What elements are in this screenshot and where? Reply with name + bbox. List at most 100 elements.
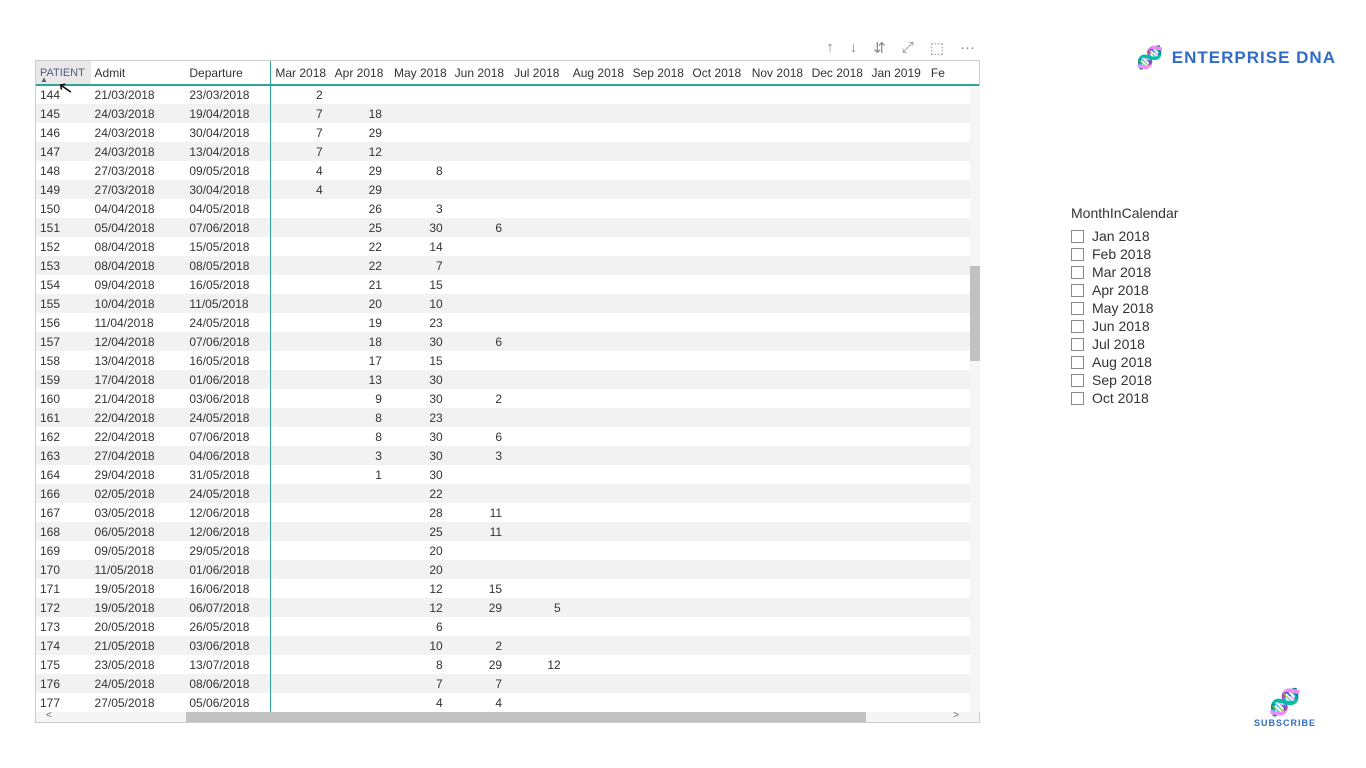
slicer-option[interactable]: Apr 2018	[1071, 281, 1271, 299]
cell	[867, 408, 926, 427]
col-header-month[interactable]: Mar 2018	[271, 61, 331, 85]
expand-icon[interactable]: ⤢	[902, 39, 914, 56]
slicer-visual[interactable]: MonthInCalendar Jan 2018Feb 2018Mar 2018…	[1071, 205, 1271, 407]
slicer-option[interactable]: Oct 2018	[1071, 389, 1271, 407]
cell: 11/05/2018	[185, 294, 270, 313]
table-row[interactable]: 15004/04/201804/05/2018263	[36, 199, 979, 218]
table-row[interactable]: 17119/05/201816/06/20181215	[36, 579, 979, 598]
checkbox-icon[interactable]	[1071, 248, 1084, 261]
cell	[748, 541, 808, 560]
cell	[569, 313, 629, 332]
table-row[interactable]: 15208/04/201815/05/20182214	[36, 237, 979, 256]
table-row[interactable]: 17320/05/201826/05/20186	[36, 617, 979, 636]
cell: 09/04/2018	[91, 275, 186, 294]
table-row[interactable]: 16021/04/201803/06/20189302	[36, 389, 979, 408]
checkbox-icon[interactable]	[1071, 338, 1084, 351]
checkbox-icon[interactable]	[1071, 374, 1084, 387]
col-header-month[interactable]: Aug 2018	[569, 61, 629, 85]
col-header-month[interactable]: Sep 2018	[629, 61, 689, 85]
slicer-option[interactable]: Aug 2018	[1071, 353, 1271, 371]
scroll-thumb[interactable]	[970, 266, 980, 361]
table-row[interactable]: 16327/04/201804/06/20183303	[36, 446, 979, 465]
table-row[interactable]: 15409/04/201816/05/20182115	[36, 275, 979, 294]
table-row[interactable]: 17727/05/201805/06/201844	[36, 693, 979, 712]
scroll-thumb[interactable]	[186, 712, 866, 722]
vertical-scrollbar[interactable]	[970, 86, 980, 712]
table-row[interactable]: 14927/03/201830/04/2018429	[36, 180, 979, 199]
table-row[interactable]: 16429/04/201831/05/2018130	[36, 465, 979, 484]
table-row[interactable]: 14421/03/201823/03/20182	[36, 85, 979, 104]
col-header-month[interactable]: Oct 2018	[688, 61, 747, 85]
table-row[interactable]: 15712/04/201807/06/201818306	[36, 332, 979, 351]
cell: 29	[451, 655, 510, 674]
col-header-departure[interactable]: Departure	[185, 61, 270, 85]
col-header-month[interactable]: Dec 2018	[808, 61, 868, 85]
table-row[interactable]: 15611/04/201824/05/20181923	[36, 313, 979, 332]
table-row[interactable]: 14524/03/201819/04/2018718	[36, 104, 979, 123]
cell	[748, 465, 808, 484]
table-row[interactable]: 14827/03/201809/05/20184298	[36, 161, 979, 180]
table-row[interactable]: 17011/05/201801/06/201820	[36, 560, 979, 579]
slicer-option[interactable]: Sep 2018	[1071, 371, 1271, 389]
table-row[interactable]: 17219/05/201806/07/201812295	[36, 598, 979, 617]
checkbox-icon[interactable]	[1071, 392, 1084, 405]
slicer-title: MonthInCalendar	[1071, 205, 1271, 221]
scroll-right-icon[interactable]: >	[953, 710, 959, 721]
table-row[interactable]: 14724/03/201813/04/2018712	[36, 142, 979, 161]
col-header-month[interactable]: Jun 2018	[451, 61, 510, 85]
table-row[interactable]: 15308/04/201808/05/2018227	[36, 256, 979, 275]
drill-hierarchy-icon[interactable]: ⇵	[873, 39, 886, 57]
col-header-month[interactable]: May 2018	[390, 61, 451, 85]
focus-mode-icon[interactable]: ⬚	[930, 39, 944, 57]
drill-up-icon[interactable]: ↑	[826, 39, 834, 56]
cell	[808, 465, 868, 484]
col-header-month[interactable]: Fe	[927, 61, 979, 85]
table-row[interactable]: 16806/05/201812/06/20182511	[36, 522, 979, 541]
table-row[interactable]: 17421/05/201803/06/2018102	[36, 636, 979, 655]
slicer-option[interactable]: Jan 2018	[1071, 227, 1271, 245]
col-header-month[interactable]: Nov 2018	[748, 61, 808, 85]
subscribe-badge[interactable]: 🧬 SUBSCRIBE	[1254, 687, 1316, 728]
table-row[interactable]: 15917/04/201801/06/20181330	[36, 370, 979, 389]
col-header-patient[interactable]: PATIENT▲	[36, 61, 91, 85]
cell	[629, 370, 689, 389]
table-row[interactable]: 15813/04/201816/05/20181715	[36, 351, 979, 370]
cell	[569, 256, 629, 275]
slicer-option[interactable]: May 2018	[1071, 299, 1271, 317]
checkbox-icon[interactable]	[1071, 284, 1084, 297]
cell: 146	[36, 123, 91, 142]
col-header-month[interactable]: Jan 2019	[867, 61, 926, 85]
matrix-visual[interactable]: PATIENT▲ Admit Departure Mar 2018Apr 201…	[35, 60, 980, 723]
cell	[629, 560, 689, 579]
cell: 24/05/2018	[91, 674, 186, 693]
table-row[interactable]: 16909/05/201829/05/201820	[36, 541, 979, 560]
cell	[569, 465, 629, 484]
checkbox-icon[interactable]	[1071, 266, 1084, 279]
slicer-option[interactable]: Feb 2018	[1071, 245, 1271, 263]
cell	[688, 579, 747, 598]
more-options-icon[interactable]: ···	[960, 39, 975, 56]
slicer-option[interactable]: Jun 2018	[1071, 317, 1271, 335]
horizontal-scrollbar[interactable]: < >	[36, 712, 979, 722]
table-row[interactable]: 17523/05/201813/07/201882912	[36, 655, 979, 674]
col-header-month[interactable]: Jul 2018	[510, 61, 569, 85]
cell	[569, 351, 629, 370]
slicer-option[interactable]: Mar 2018	[1071, 263, 1271, 281]
table-row[interactable]: 14624/03/201830/04/2018729	[36, 123, 979, 142]
table-row[interactable]: 16703/05/201812/06/20182811	[36, 503, 979, 522]
table-row[interactable]: 16122/04/201824/05/2018823	[36, 408, 979, 427]
checkbox-icon[interactable]	[1071, 356, 1084, 369]
drill-down-icon[interactable]: ↓	[850, 39, 858, 56]
col-header-month[interactable]: Apr 2018	[331, 61, 390, 85]
table-row[interactable]: 15510/04/201811/05/20182010	[36, 294, 979, 313]
table-row[interactable]: 15105/04/201807/06/201825306	[36, 218, 979, 237]
col-header-admit[interactable]: Admit	[91, 61, 186, 85]
scroll-left-icon[interactable]: <	[46, 710, 52, 721]
table-row[interactable]: 16602/05/201824/05/201822	[36, 484, 979, 503]
checkbox-icon[interactable]	[1071, 302, 1084, 315]
checkbox-icon[interactable]	[1071, 320, 1084, 333]
slicer-option[interactable]: Jul 2018	[1071, 335, 1271, 353]
table-row[interactable]: 16222/04/201807/06/20188306	[36, 427, 979, 446]
table-row[interactable]: 17624/05/201808/06/201877	[36, 674, 979, 693]
checkbox-icon[interactable]	[1071, 230, 1084, 243]
